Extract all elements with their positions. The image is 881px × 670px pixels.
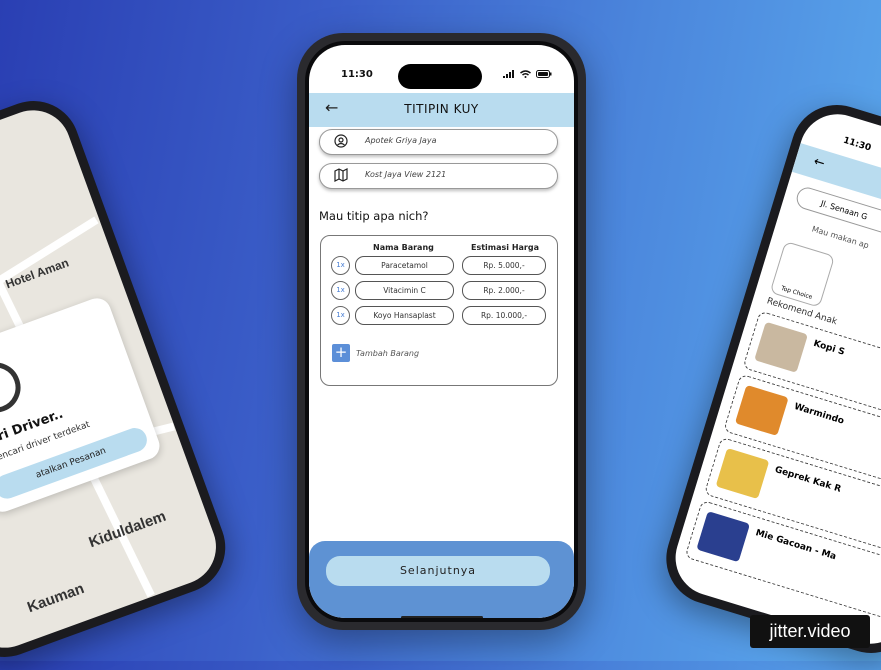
status-time: 11:30	[841, 135, 873, 154]
category-top-choice[interactable]: Top Choice	[769, 240, 836, 308]
map-label: Kauman	[25, 580, 87, 617]
app-bar: ← TITIPIN KUY	[309, 93, 574, 127]
restaurant-name: Kopi S	[812, 338, 846, 358]
map-icon	[334, 168, 348, 182]
driver-search-card: cari Driver.. mencari driver terdekat at…	[0, 294, 164, 516]
restaurant-image	[715, 447, 770, 500]
column-header-item: Nama Barang	[373, 243, 434, 252]
add-item-label[interactable]: Tambah Barang	[356, 349, 419, 358]
magnifier-icon	[0, 355, 28, 420]
status-bar: 11:30	[309, 45, 574, 93]
watermark-badge: jitter.video	[750, 615, 870, 648]
item-name-field[interactable]: Koyo Hansaplast	[355, 306, 454, 325]
destination-field[interactable]: Kost Jaya View 2121	[319, 163, 558, 189]
restaurant-name: Mie Gacoan - Ma	[754, 528, 838, 563]
cancel-order-button[interactable]: atalkan Pesanan	[0, 424, 151, 502]
dynamic-island	[398, 64, 482, 89]
item-row: 1x Paracetamol Rp. 5.000,-	[321, 256, 557, 276]
add-item-button[interactable]: +	[332, 344, 350, 362]
quantity-badge[interactable]: 1x	[331, 256, 350, 275]
battery-icon	[536, 70, 552, 78]
bottom-panel: Selanjutnya	[309, 541, 574, 618]
item-price-field[interactable]: Rp. 2.000,-	[462, 281, 546, 300]
signal-icon	[503, 70, 514, 78]
item-name-field[interactable]: Paracetamol	[355, 256, 454, 275]
status-icons	[503, 70, 552, 78]
item-price-field[interactable]: Rp. 10.000,-	[462, 306, 546, 325]
column-header-price: Estimasi Harga	[471, 243, 539, 252]
restaurant-image	[754, 321, 808, 373]
destination-text: Kost Jaya View 2121	[365, 170, 447, 179]
home-indicator[interactable]	[401, 616, 483, 618]
quantity-badge[interactable]: 1x	[331, 306, 350, 325]
status-time: 11:30	[341, 69, 373, 80]
section-question: Mau titip apa nich?	[319, 209, 429, 223]
main-screen: 11:30 ← TITIPIN KUY Apotek Griya Jaya Ko…	[309, 45, 574, 618]
restaurant-name: Geprek Kak R	[773, 465, 843, 495]
item-list-card: Nama Barang Estimasi Harga 1x Paracetamo…	[320, 235, 558, 386]
restaurant-image	[696, 511, 751, 563]
page-title: TITIPIN KUY	[404, 102, 479, 116]
next-button[interactable]: Selanjutnya	[326, 556, 550, 586]
item-name-field[interactable]: Vitacimin C	[355, 281, 454, 300]
right-phone: 11:30 ← Jl. Senaan G Mau makan ap Top Ch…	[654, 93, 881, 665]
restaurant-image	[734, 384, 789, 436]
item-row: 1x Koyo Hansaplast Rp. 10.000,-	[321, 306, 557, 326]
pickup-location-field[interactable]: Apotek Griya Jaya	[319, 129, 558, 155]
item-price-field[interactable]: Rp. 5.000,-	[462, 256, 546, 275]
food-screen: 11:30 ← Jl. Senaan G Mau makan ap Top Ch…	[666, 104, 881, 654]
main-phone: 11:30 ← TITIPIN KUY Apotek Griya Jaya Ko…	[297, 33, 586, 630]
quantity-badge[interactable]: 1x	[331, 281, 350, 300]
item-row: 1x Vitacimin C Rp. 2.000,-	[321, 281, 557, 301]
left-phone: ulusrejo Hotel Aman Kiduldalem Kauman ca…	[0, 88, 239, 670]
map-screen: ulusrejo Hotel Aman Kiduldalem Kauman ca…	[0, 99, 227, 659]
back-arrow-icon[interactable]: ←	[812, 154, 827, 172]
pickup-location-text: Apotek Griya Jaya	[365, 136, 437, 145]
restaurant-name: Warmindo	[792, 401, 846, 427]
location-pin-icon	[334, 134, 348, 148]
wifi-icon	[520, 70, 531, 78]
